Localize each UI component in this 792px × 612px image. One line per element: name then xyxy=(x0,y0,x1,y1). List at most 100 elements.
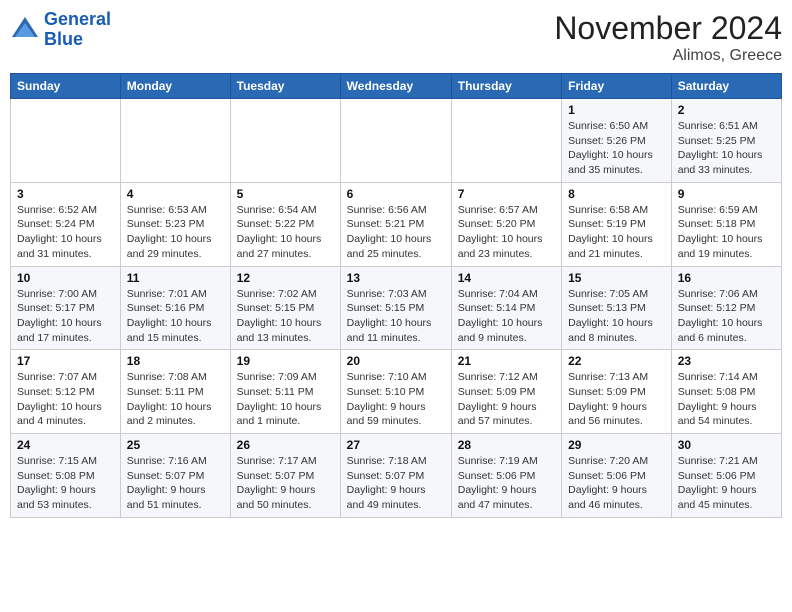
day-info: Sunrise: 7:04 AM Sunset: 5:14 PM Dayligh… xyxy=(458,287,555,346)
calendar-cell: 24 Sunrise: 7:15 AM Sunset: 5:08 PM Dayli… xyxy=(11,434,121,518)
calendar-cell: 22 Sunrise: 7:13 AM Sunset: 5:09 PM Dayli… xyxy=(562,350,672,434)
day-number: 1 xyxy=(568,103,665,117)
day-number: 19 xyxy=(237,354,334,368)
day-info: Sunrise: 7:13 AM Sunset: 5:09 PM Dayligh… xyxy=(568,370,665,429)
weekday-header-thursday: Thursday xyxy=(451,74,561,99)
calendar-cell: 25 Sunrise: 7:16 AM Sunset: 5:07 PM Dayli… xyxy=(120,434,230,518)
day-number: 17 xyxy=(17,354,114,368)
day-info: Sunrise: 6:59 AM Sunset: 5:18 PM Dayligh… xyxy=(678,203,775,262)
calendar-week-2: 3 Sunrise: 6:52 AM Sunset: 5:24 PM Daylig… xyxy=(11,182,782,266)
calendar-week-5: 24 Sunrise: 7:15 AM Sunset: 5:08 PM Dayli… xyxy=(11,434,782,518)
day-number: 29 xyxy=(568,438,665,452)
calendar-cell: 19 Sunrise: 7:09 AM Sunset: 5:11 PM Dayli… xyxy=(230,350,340,434)
title-block: November 2024 Alimos, Greece xyxy=(554,10,782,65)
logo-text: General Blue xyxy=(44,10,111,50)
day-info: Sunrise: 7:21 AM Sunset: 5:06 PM Dayligh… xyxy=(678,454,775,513)
weekday-header-wednesday: Wednesday xyxy=(340,74,451,99)
month-year-title: November 2024 xyxy=(554,10,782,47)
day-info: Sunrise: 7:05 AM Sunset: 5:13 PM Dayligh… xyxy=(568,287,665,346)
day-info: Sunrise: 6:58 AM Sunset: 5:19 PM Dayligh… xyxy=(568,203,665,262)
calendar-cell: 18Sunrise: 7:08 AM Sunset: 5:11 PM Dayli… xyxy=(120,350,230,434)
weekday-header-saturday: Saturday xyxy=(671,74,781,99)
day-number: 18 xyxy=(127,354,224,368)
weekday-header-row: SundayMondayTuesdayWednesdayThursdayFrid… xyxy=(11,74,782,99)
logo: General Blue xyxy=(10,10,111,50)
day-number: 9 xyxy=(678,187,775,201)
day-info: Sunrise: 7:16 AM Sunset: 5:07 PM Dayligh… xyxy=(127,454,224,513)
day-info: Sunrise: 6:54 AM Sunset: 5:22 PM Dayligh… xyxy=(237,203,334,262)
logo-line1: General xyxy=(44,9,111,29)
day-info: Sunrise: 7:19 AM Sunset: 5:06 PM Dayligh… xyxy=(458,454,555,513)
day-number: 5 xyxy=(237,187,334,201)
day-info: Sunrise: 7:07 AM Sunset: 5:12 PM Dayligh… xyxy=(17,370,114,429)
day-number: 16 xyxy=(678,271,775,285)
day-number: 13 xyxy=(347,271,445,285)
calendar-cell: 17 Sunrise: 7:07 AM Sunset: 5:12 PM Dayli… xyxy=(11,350,121,434)
page-header: General Blue November 2024 Alimos, Greec… xyxy=(10,10,782,65)
day-info: Sunrise: 6:52 AM Sunset: 5:24 PM Dayligh… xyxy=(17,203,114,262)
calendar-cell: 4Sunrise: 6:53 AM Sunset: 5:23 PM Daylig… xyxy=(120,182,230,266)
day-number: 15 xyxy=(568,271,665,285)
day-info: Sunrise: 7:03 AM Sunset: 5:15 PM Dayligh… xyxy=(347,287,445,346)
calendar-cell xyxy=(11,99,121,183)
day-number: 27 xyxy=(347,438,445,452)
day-info: Sunrise: 7:20 AM Sunset: 5:06 PM Dayligh… xyxy=(568,454,665,513)
calendar-cell: 7 Sunrise: 6:57 AM Sunset: 5:20 PM Daylig… xyxy=(451,182,561,266)
calendar-cell: 15 Sunrise: 7:05 AM Sunset: 5:13 PM Dayli… xyxy=(562,266,672,350)
day-info: Sunrise: 6:57 AM Sunset: 5:20 PM Dayligh… xyxy=(458,203,555,262)
calendar-cell: 3 Sunrise: 6:52 AM Sunset: 5:24 PM Daylig… xyxy=(11,182,121,266)
day-number: 28 xyxy=(458,438,555,452)
calendar-cell: 10Sunrise: 7:00 AM Sunset: 5:17 PM Dayli… xyxy=(11,266,121,350)
day-number: 21 xyxy=(458,354,555,368)
day-number: 26 xyxy=(237,438,334,452)
weekday-header-monday: Monday xyxy=(120,74,230,99)
day-info: Sunrise: 7:18 AM Sunset: 5:07 PM Dayligh… xyxy=(347,454,445,513)
day-info: Sunrise: 6:53 AM Sunset: 5:23 PM Dayligh… xyxy=(127,203,224,262)
location-subtitle: Alimos, Greece xyxy=(554,47,782,65)
day-info: Sunrise: 6:50 AM Sunset: 5:26 PM Dayligh… xyxy=(568,119,665,178)
calendar-cell: 2Sunrise: 6:51 AM Sunset: 5:25 PM Daylig… xyxy=(671,99,781,183)
day-number: 22 xyxy=(568,354,665,368)
calendar-week-3: 10Sunrise: 7:00 AM Sunset: 5:17 PM Dayli… xyxy=(11,266,782,350)
day-number: 7 xyxy=(458,187,555,201)
day-info: Sunrise: 7:15 AM Sunset: 5:08 PM Dayligh… xyxy=(17,454,114,513)
day-number: 23 xyxy=(678,354,775,368)
day-info: Sunrise: 6:56 AM Sunset: 5:21 PM Dayligh… xyxy=(347,203,445,262)
calendar-table: SundayMondayTuesdayWednesdayThursdayFrid… xyxy=(10,73,782,518)
calendar-cell: 27 Sunrise: 7:18 AM Sunset: 5:07 PM Dayli… xyxy=(340,434,451,518)
day-info: Sunrise: 7:02 AM Sunset: 5:15 PM Dayligh… xyxy=(237,287,334,346)
day-number: 25 xyxy=(127,438,224,452)
day-number: 10 xyxy=(17,271,114,285)
calendar-cell: 20Sunrise: 7:10 AM Sunset: 5:10 PM Dayli… xyxy=(340,350,451,434)
calendar-cell: 11Sunrise: 7:01 AM Sunset: 5:16 PM Dayli… xyxy=(120,266,230,350)
calendar-cell: 13 Sunrise: 7:03 AM Sunset: 5:15 PM Dayli… xyxy=(340,266,451,350)
day-number: 3 xyxy=(17,187,114,201)
calendar-header: SundayMondayTuesdayWednesdayThursdayFrid… xyxy=(11,74,782,99)
day-number: 30 xyxy=(678,438,775,452)
day-info: Sunrise: 7:14 AM Sunset: 5:08 PM Dayligh… xyxy=(678,370,775,429)
calendar-cell: 5 Sunrise: 6:54 AM Sunset: 5:22 PM Daylig… xyxy=(230,182,340,266)
calendar-cell: 16Sunrise: 7:06 AM Sunset: 5:12 PM Dayli… xyxy=(671,266,781,350)
day-number: 8 xyxy=(568,187,665,201)
day-info: Sunrise: 7:10 AM Sunset: 5:10 PM Dayligh… xyxy=(347,370,445,429)
day-number: 11 xyxy=(127,271,224,285)
calendar-week-4: 17 Sunrise: 7:07 AM Sunset: 5:12 PM Dayli… xyxy=(11,350,782,434)
day-number: 2 xyxy=(678,103,775,117)
calendar-cell: 12 Sunrise: 7:02 AM Sunset: 5:15 PM Dayli… xyxy=(230,266,340,350)
calendar-week-1: 1 Sunrise: 6:50 AM Sunset: 5:26 PM Daylig… xyxy=(11,99,782,183)
logo-line2: Blue xyxy=(44,29,83,49)
calendar-cell: 6Sunrise: 6:56 AM Sunset: 5:21 PM Daylig… xyxy=(340,182,451,266)
calendar-cell: 21Sunrise: 7:12 AM Sunset: 5:09 PM Dayli… xyxy=(451,350,561,434)
day-number: 24 xyxy=(17,438,114,452)
calendar-cell: 1 Sunrise: 6:50 AM Sunset: 5:26 PM Daylig… xyxy=(562,99,672,183)
weekday-header-friday: Friday xyxy=(562,74,672,99)
calendar-cell: 9 Sunrise: 6:59 AM Sunset: 5:18 PM Daylig… xyxy=(671,182,781,266)
day-info: Sunrise: 7:17 AM Sunset: 5:07 PM Dayligh… xyxy=(237,454,334,513)
day-info: Sunrise: 7:09 AM Sunset: 5:11 PM Dayligh… xyxy=(237,370,334,429)
day-number: 14 xyxy=(458,271,555,285)
calendar-cell xyxy=(451,99,561,183)
calendar-cell: 23 Sunrise: 7:14 AM Sunset: 5:08 PM Dayli… xyxy=(671,350,781,434)
calendar-cell: 14 Sunrise: 7:04 AM Sunset: 5:14 PM Dayli… xyxy=(451,266,561,350)
day-number: 12 xyxy=(237,271,334,285)
weekday-header-sunday: Sunday xyxy=(11,74,121,99)
